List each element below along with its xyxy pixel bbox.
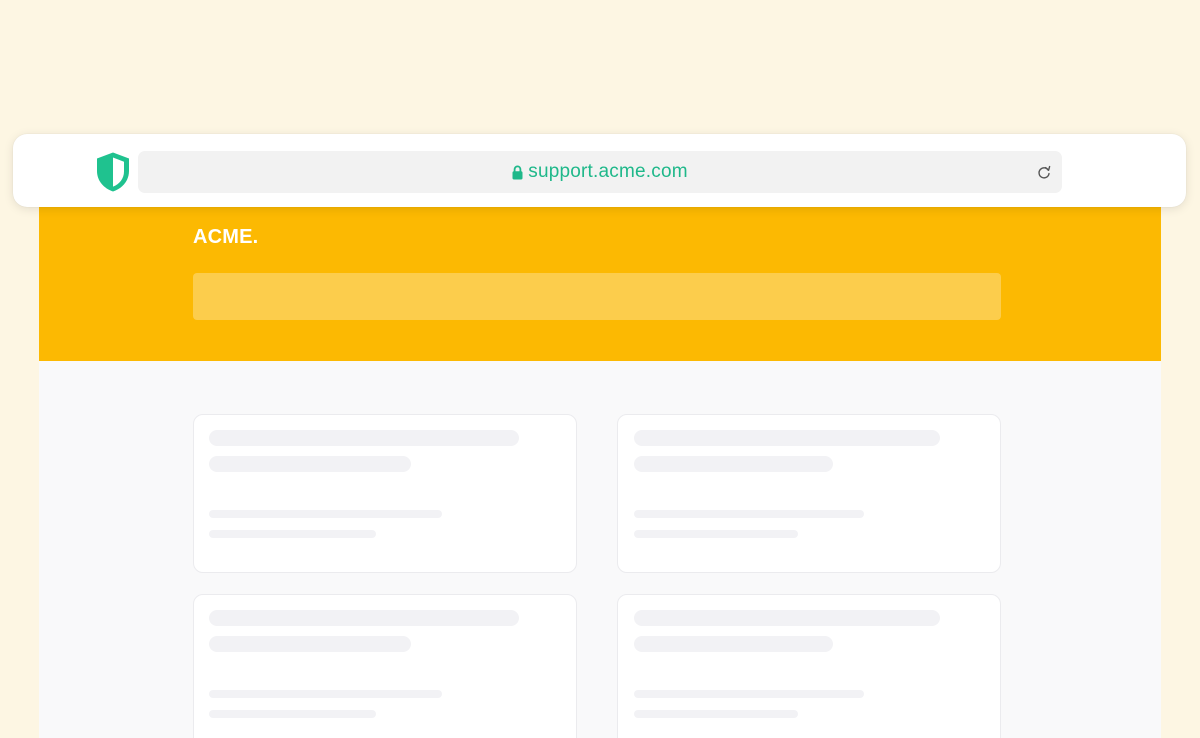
skeleton-text-line (209, 530, 376, 538)
skeleton-text-line (634, 530, 798, 538)
skeleton-text-line (634, 510, 864, 518)
skeleton-title-line (634, 430, 940, 446)
lock-icon (512, 165, 523, 180)
skeleton-title-line (209, 636, 411, 652)
address-content: support.acme.com (138, 151, 1062, 193)
skeleton-text-line (209, 690, 442, 698)
skeleton-text-line (209, 710, 376, 718)
reload-icon[interactable] (1037, 165, 1052, 180)
article-card-skeleton[interactable] (617, 414, 1001, 573)
url-text: support.acme.com (528, 161, 688, 182)
article-card-skeleton[interactable] (193, 594, 577, 738)
skeleton-title-line (634, 636, 833, 652)
search-bar-placeholder[interactable] (193, 273, 1001, 320)
site-header: ACME. (39, 200, 1161, 361)
web-page: ACME. (39, 200, 1161, 738)
address-bar[interactable]: support.acme.com (138, 151, 1062, 193)
browser-toolbar: support.acme.com (13, 134, 1186, 207)
skeleton-title-line (634, 456, 833, 472)
shield-icon[interactable] (95, 151, 131, 193)
article-card-skeleton[interactable] (193, 414, 577, 573)
skeleton-title-line (209, 610, 519, 626)
skeleton-text-line (634, 710, 798, 718)
skeleton-text-line (634, 690, 864, 698)
skeleton-title-line (209, 430, 519, 446)
article-card-skeleton[interactable] (617, 594, 1001, 738)
skeleton-text-line (209, 510, 442, 518)
skeleton-title-line (634, 610, 940, 626)
site-logo[interactable]: ACME. (193, 226, 258, 249)
skeleton-title-line (209, 456, 411, 472)
